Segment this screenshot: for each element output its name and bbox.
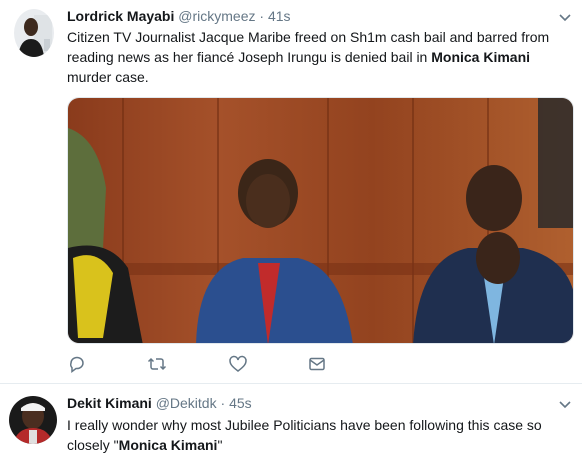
- chevron-down-icon[interactable]: [558, 397, 572, 411]
- separator: ·: [220, 395, 226, 411]
- chevron-down-icon[interactable]: [558, 10, 572, 24]
- timestamp[interactable]: 45s: [229, 395, 252, 411]
- retweet-icon[interactable]: [147, 354, 167, 374]
- author-name[interactable]: Dekit Kimani: [67, 395, 152, 411]
- like-icon[interactable]: [228, 354, 248, 374]
- separator: ·: [259, 8, 265, 24]
- tweet-text-part: ": [217, 437, 223, 453]
- author-handle[interactable]: @Dekitdk: [156, 395, 217, 411]
- tweet[interactable]: Dekit Kimani @Dekitdk · 45s I really won…: [0, 385, 582, 462]
- tweet-actions: [67, 354, 367, 374]
- tweet-text: Citizen TV Journalist Jacque Maribe free…: [67, 27, 567, 87]
- tweet-text: I really wonder why most Jubilee Politic…: [67, 415, 547, 455]
- timestamp[interactable]: 41s: [268, 8, 291, 24]
- author-name[interactable]: Lordrick Mayabi: [67, 8, 174, 24]
- hashtag-link[interactable]: Monica Kimani: [431, 49, 530, 65]
- tweet-text-part: murder case.: [67, 69, 149, 85]
- tweet-header: Lordrick Mayabi @rickymeez · 41s: [67, 7, 291, 25]
- tweet-photo[interactable]: [67, 97, 574, 344]
- tweet[interactable]: Lordrick Mayabi @rickymeez · 41s Citizen…: [0, 0, 582, 384]
- avatar[interactable]: [9, 396, 57, 444]
- avatar[interactable]: [14, 9, 54, 57]
- author-handle[interactable]: @rickymeez: [178, 8, 255, 24]
- reply-icon[interactable]: [67, 354, 87, 374]
- hashtag-link[interactable]: Monica Kimani: [119, 437, 218, 453]
- tweet-header: Dekit Kimani @Dekitdk · 45s: [67, 394, 252, 412]
- direct-message-icon[interactable]: [307, 354, 327, 374]
